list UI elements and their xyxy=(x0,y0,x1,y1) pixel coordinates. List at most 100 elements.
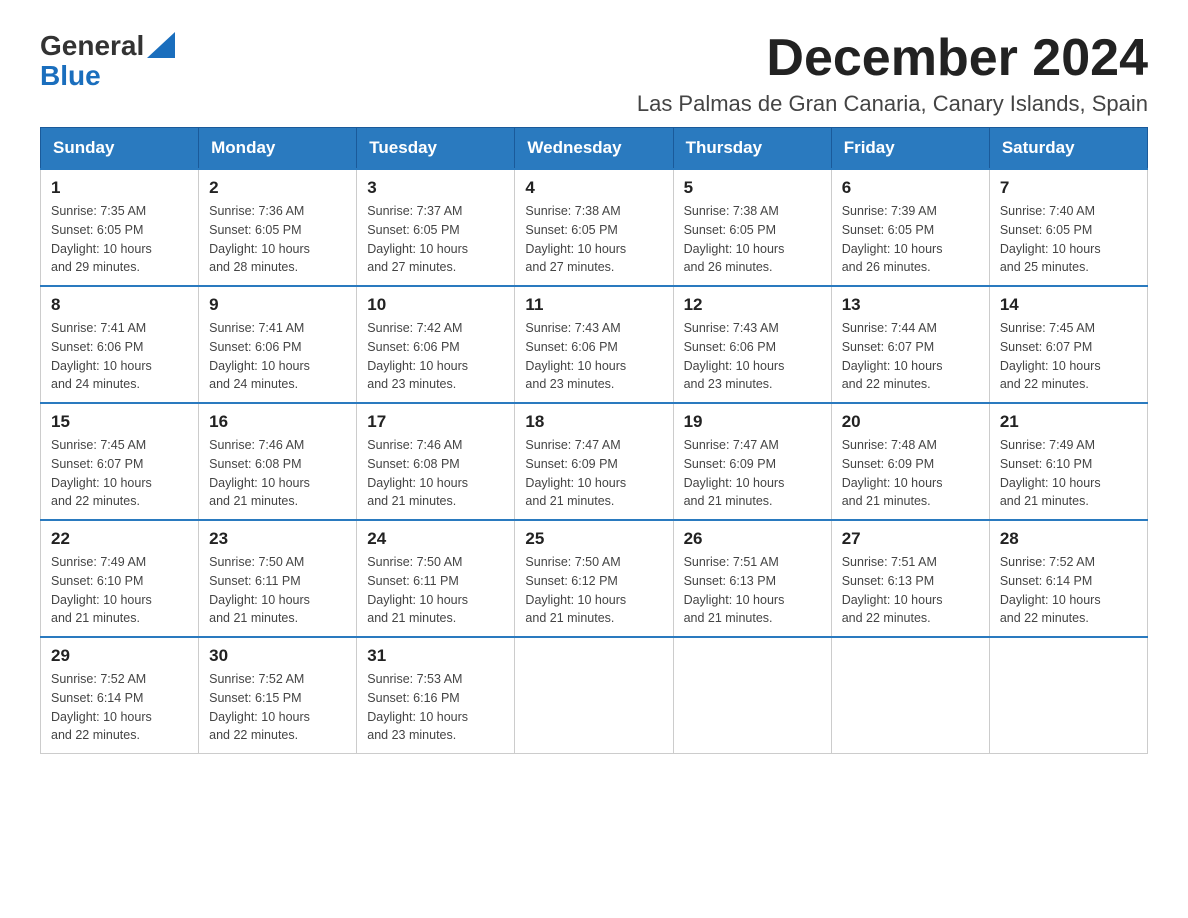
weekday-header-wednesday: Wednesday xyxy=(515,128,673,170)
calendar-cell: 28 Sunrise: 7:52 AMSunset: 6:14 PMDaylig… xyxy=(989,520,1147,637)
day-info: Sunrise: 7:52 AMSunset: 6:14 PMDaylight:… xyxy=(1000,555,1101,625)
day-info: Sunrise: 7:43 AMSunset: 6:06 PMDaylight:… xyxy=(684,321,785,391)
day-number: 17 xyxy=(367,412,504,432)
day-info: Sunrise: 7:47 AMSunset: 6:09 PMDaylight:… xyxy=(525,438,626,508)
day-number: 6 xyxy=(842,178,979,198)
day-number: 29 xyxy=(51,646,188,666)
day-info: Sunrise: 7:50 AMSunset: 6:11 PMDaylight:… xyxy=(367,555,468,625)
calendar-cell: 15 Sunrise: 7:45 AMSunset: 6:07 PMDaylig… xyxy=(41,403,199,520)
calendar-cell: 8 Sunrise: 7:41 AMSunset: 6:06 PMDayligh… xyxy=(41,286,199,403)
weekday-header-row: SundayMondayTuesdayWednesdayThursdayFrid… xyxy=(41,128,1148,170)
day-number: 5 xyxy=(684,178,821,198)
day-info: Sunrise: 7:40 AMSunset: 6:05 PMDaylight:… xyxy=(1000,204,1101,274)
calendar-cell xyxy=(989,637,1147,754)
weekday-header-monday: Monday xyxy=(199,128,357,170)
calendar-cell xyxy=(831,637,989,754)
calendar-week-5: 29 Sunrise: 7:52 AMSunset: 6:14 PMDaylig… xyxy=(41,637,1148,754)
day-number: 15 xyxy=(51,412,188,432)
calendar-cell: 9 Sunrise: 7:41 AMSunset: 6:06 PMDayligh… xyxy=(199,286,357,403)
calendar-cell: 21 Sunrise: 7:49 AMSunset: 6:10 PMDaylig… xyxy=(989,403,1147,520)
calendar-week-2: 8 Sunrise: 7:41 AMSunset: 6:06 PMDayligh… xyxy=(41,286,1148,403)
day-info: Sunrise: 7:46 AMSunset: 6:08 PMDaylight:… xyxy=(367,438,468,508)
calendar-cell: 18 Sunrise: 7:47 AMSunset: 6:09 PMDaylig… xyxy=(515,403,673,520)
day-info: Sunrise: 7:51 AMSunset: 6:13 PMDaylight:… xyxy=(842,555,943,625)
weekday-header-thursday: Thursday xyxy=(673,128,831,170)
calendar-cell: 19 Sunrise: 7:47 AMSunset: 6:09 PMDaylig… xyxy=(673,403,831,520)
logo-triangle-icon xyxy=(147,32,175,58)
calendar-cell: 23 Sunrise: 7:50 AMSunset: 6:11 PMDaylig… xyxy=(199,520,357,637)
calendar-cell: 30 Sunrise: 7:52 AMSunset: 6:15 PMDaylig… xyxy=(199,637,357,754)
day-number: 25 xyxy=(525,529,662,549)
calendar-cell: 5 Sunrise: 7:38 AMSunset: 6:05 PMDayligh… xyxy=(673,169,831,286)
day-info: Sunrise: 7:50 AMSunset: 6:11 PMDaylight:… xyxy=(209,555,310,625)
calendar-cell: 11 Sunrise: 7:43 AMSunset: 6:06 PMDaylig… xyxy=(515,286,673,403)
weekday-header-friday: Friday xyxy=(831,128,989,170)
calendar-cell: 3 Sunrise: 7:37 AMSunset: 6:05 PMDayligh… xyxy=(357,169,515,286)
day-info: Sunrise: 7:50 AMSunset: 6:12 PMDaylight:… xyxy=(525,555,626,625)
day-info: Sunrise: 7:48 AMSunset: 6:09 PMDaylight:… xyxy=(842,438,943,508)
day-info: Sunrise: 7:36 AMSunset: 6:05 PMDaylight:… xyxy=(209,204,310,274)
day-info: Sunrise: 7:42 AMSunset: 6:06 PMDaylight:… xyxy=(367,321,468,391)
weekday-header-sunday: Sunday xyxy=(41,128,199,170)
day-number: 7 xyxy=(1000,178,1137,198)
calendar-cell: 17 Sunrise: 7:46 AMSunset: 6:08 PMDaylig… xyxy=(357,403,515,520)
day-number: 13 xyxy=(842,295,979,315)
title-block: December 2024 Las Palmas de Gran Canaria… xyxy=(637,30,1148,117)
day-number: 1 xyxy=(51,178,188,198)
calendar-cell: 13 Sunrise: 7:44 AMSunset: 6:07 PMDaylig… xyxy=(831,286,989,403)
calendar-cell: 10 Sunrise: 7:42 AMSunset: 6:06 PMDaylig… xyxy=(357,286,515,403)
day-info: Sunrise: 7:53 AMSunset: 6:16 PMDaylight:… xyxy=(367,672,468,742)
calendar-cell: 14 Sunrise: 7:45 AMSunset: 6:07 PMDaylig… xyxy=(989,286,1147,403)
day-number: 22 xyxy=(51,529,188,549)
day-number: 21 xyxy=(1000,412,1137,432)
calendar-cell: 31 Sunrise: 7:53 AMSunset: 6:16 PMDaylig… xyxy=(357,637,515,754)
day-info: Sunrise: 7:41 AMSunset: 6:06 PMDaylight:… xyxy=(209,321,310,391)
calendar-cell: 27 Sunrise: 7:51 AMSunset: 6:13 PMDaylig… xyxy=(831,520,989,637)
day-number: 3 xyxy=(367,178,504,198)
day-info: Sunrise: 7:43 AMSunset: 6:06 PMDaylight:… xyxy=(525,321,626,391)
day-number: 27 xyxy=(842,529,979,549)
logo: General Blue xyxy=(40,30,175,90)
day-number: 26 xyxy=(684,529,821,549)
calendar-week-1: 1 Sunrise: 7:35 AMSunset: 6:05 PMDayligh… xyxy=(41,169,1148,286)
day-number: 28 xyxy=(1000,529,1137,549)
calendar-cell: 7 Sunrise: 7:40 AMSunset: 6:05 PMDayligh… xyxy=(989,169,1147,286)
day-number: 4 xyxy=(525,178,662,198)
day-info: Sunrise: 7:46 AMSunset: 6:08 PMDaylight:… xyxy=(209,438,310,508)
day-info: Sunrise: 7:35 AMSunset: 6:05 PMDaylight:… xyxy=(51,204,152,274)
day-info: Sunrise: 7:41 AMSunset: 6:06 PMDaylight:… xyxy=(51,321,152,391)
day-info: Sunrise: 7:47 AMSunset: 6:09 PMDaylight:… xyxy=(684,438,785,508)
weekday-header-saturday: Saturday xyxy=(989,128,1147,170)
page-header: General Blue December 2024 Las Palmas de… xyxy=(40,30,1148,117)
calendar-cell xyxy=(515,637,673,754)
day-info: Sunrise: 7:49 AMSunset: 6:10 PMDaylight:… xyxy=(51,555,152,625)
weekday-header-tuesday: Tuesday xyxy=(357,128,515,170)
logo-general-text: General xyxy=(40,32,144,60)
day-info: Sunrise: 7:38 AMSunset: 6:05 PMDaylight:… xyxy=(525,204,626,274)
day-info: Sunrise: 7:38 AMSunset: 6:05 PMDaylight:… xyxy=(684,204,785,274)
calendar-week-3: 15 Sunrise: 7:45 AMSunset: 6:07 PMDaylig… xyxy=(41,403,1148,520)
day-number: 20 xyxy=(842,412,979,432)
day-info: Sunrise: 7:45 AMSunset: 6:07 PMDaylight:… xyxy=(51,438,152,508)
day-info: Sunrise: 7:52 AMSunset: 6:15 PMDaylight:… xyxy=(209,672,310,742)
day-number: 11 xyxy=(525,295,662,315)
day-info: Sunrise: 7:49 AMSunset: 6:10 PMDaylight:… xyxy=(1000,438,1101,508)
logo-blue-text: Blue xyxy=(40,60,101,91)
day-number: 14 xyxy=(1000,295,1137,315)
month-year-title: December 2024 xyxy=(637,30,1148,87)
calendar-cell: 22 Sunrise: 7:49 AMSunset: 6:10 PMDaylig… xyxy=(41,520,199,637)
calendar-cell: 20 Sunrise: 7:48 AMSunset: 6:09 PMDaylig… xyxy=(831,403,989,520)
calendar-cell: 4 Sunrise: 7:38 AMSunset: 6:05 PMDayligh… xyxy=(515,169,673,286)
day-number: 18 xyxy=(525,412,662,432)
day-number: 31 xyxy=(367,646,504,666)
day-number: 12 xyxy=(684,295,821,315)
day-number: 30 xyxy=(209,646,346,666)
day-number: 16 xyxy=(209,412,346,432)
day-info: Sunrise: 7:52 AMSunset: 6:14 PMDaylight:… xyxy=(51,672,152,742)
calendar-week-4: 22 Sunrise: 7:49 AMSunset: 6:10 PMDaylig… xyxy=(41,520,1148,637)
day-info: Sunrise: 7:39 AMSunset: 6:05 PMDaylight:… xyxy=(842,204,943,274)
day-number: 2 xyxy=(209,178,346,198)
day-number: 24 xyxy=(367,529,504,549)
calendar-cell: 12 Sunrise: 7:43 AMSunset: 6:06 PMDaylig… xyxy=(673,286,831,403)
calendar-cell xyxy=(673,637,831,754)
